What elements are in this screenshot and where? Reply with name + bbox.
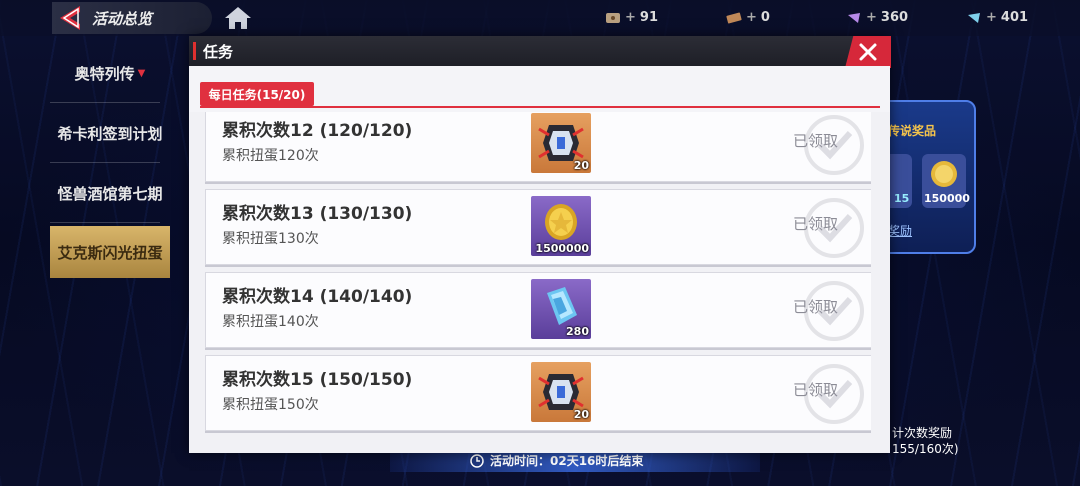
resource-value: 91: [639, 10, 658, 25]
back-arrow-icon[interactable]: [56, 4, 82, 32]
divider: [50, 162, 160, 163]
task-row: 累积次数14 (140/140) 累积扭蛋140次 280 已领取: [205, 272, 871, 348]
resource-blue-crystal: + 401: [966, 10, 1028, 25]
blue-crystal-icon: [968, 12, 980, 23]
event-time-text: 活动时间：02天16时后结束: [490, 454, 644, 468]
sidebar: 奥特列传 ▼ 希卡利签到计划 怪兽酒馆第七期 艾克斯闪光扭蛋: [0, 36, 180, 486]
task-title: 累积次数14 (140/140): [222, 287, 413, 307]
clock-icon: [470, 453, 484, 468]
reward-quantity: 1500000: [535, 242, 589, 255]
task-title: 累积次数15 (150/150): [222, 370, 413, 390]
claimed-check-stamp-icon: [804, 115, 864, 175]
event-time: 活动时间：02天16时后结束: [470, 452, 643, 469]
task-row: 累积次数15 (150/150) 累积扭蛋150次 20 已领取: [205, 355, 871, 431]
top-bar: 活动总览 + 91 + 0 + 360 + 401: [0, 0, 1080, 36]
resource-value: 360: [880, 10, 909, 25]
sidebar-item-label: 怪兽酒馆第七期: [57, 184, 163, 203]
ticket-icon: [606, 12, 620, 23]
home-icon[interactable]: [224, 6, 252, 30]
task-description: 累积扭蛋140次: [222, 314, 319, 330]
sidebar-item-x-flash-gacha[interactable]: 艾克斯闪光扭蛋: [50, 226, 170, 278]
claimed-check-stamp-icon: [804, 198, 864, 258]
prize-gem-value: 15: [894, 192, 910, 205]
claimed-check-stamp-icon: [804, 281, 864, 341]
resource-purple-crystal: + 360: [846, 10, 908, 25]
prize-coin-value: 150000: [924, 192, 970, 205]
coupon-icon: [726, 12, 742, 23]
page-title: 活动总览: [92, 10, 153, 28]
task-modal: 任务 每日任务(15/20) 累积次数12 (120/120) 累积扭蛋120次…: [189, 36, 891, 453]
task-description: 累积扭蛋150次: [222, 397, 319, 413]
tab-daily-tasks[interactable]: 每日任务(15/20): [200, 82, 314, 106]
resource-ticket: + 91: [605, 10, 658, 25]
divider: [50, 102, 160, 103]
tab-underline: [200, 106, 880, 108]
plus-icon: +: [986, 10, 997, 25]
reward-link[interactable]: 奖励: [888, 222, 912, 239]
legend-prize-title: 传说奖品: [888, 124, 937, 138]
header-accent: [193, 42, 196, 60]
task-row: 累积次数12 (120/120) 累积扭蛋120次 20 已领取: [205, 112, 871, 182]
task-title: 累积次数13 (130/130): [222, 204, 413, 224]
count-reward-button[interactable]: 计次数奖励 155/160次): [880, 420, 980, 460]
plus-icon: +: [746, 10, 757, 25]
reward-item[interactable]: 20: [531, 113, 591, 173]
task-row: 累积次数13 (130/130) 累积扭蛋130次 1500000 已领取: [205, 189, 871, 265]
count-reward-value: 155/160次): [892, 442, 959, 456]
caret-down-icon: ▼: [137, 67, 146, 79]
modal-title: 任务: [203, 43, 234, 61]
reward-item[interactable]: 280: [531, 279, 591, 339]
resource-value: 401: [1000, 10, 1029, 25]
plus-icon: +: [866, 10, 877, 25]
purple-crystal-icon: [848, 12, 860, 23]
claimed-check-stamp-icon: [804, 364, 864, 424]
modal-header: 任务: [189, 36, 891, 68]
reward-quantity: 20: [573, 408, 589, 421]
divider: [50, 222, 160, 223]
sidebar-item-hikari-signin[interactable]: 希卡利签到计划: [50, 110, 170, 156]
close-button[interactable]: [845, 36, 891, 68]
plus-icon: +: [625, 10, 636, 25]
reward-item[interactable]: 1500000: [531, 196, 591, 256]
task-description: 累积扭蛋120次: [222, 148, 319, 164]
task-description: 累积扭蛋130次: [222, 231, 319, 247]
gold-coin-icon: [931, 161, 957, 187]
sidebar-item-label: 奥特列传: [74, 64, 135, 83]
count-reward-label: 计次数奖励: [892, 426, 953, 440]
task-title: 累积次数12 (120/120): [222, 121, 413, 141]
sidebar-item-label: 希卡利签到计划: [57, 124, 163, 143]
resource-coupon: + 0: [726, 10, 770, 25]
sidebar-item-label: 艾克斯闪光扭蛋: [57, 243, 163, 262]
task-list[interactable]: 累积次数12 (120/120) 累积扭蛋120次 20 已领取 累积次数13 …: [205, 112, 871, 452]
reward-item[interactable]: 20: [531, 362, 591, 422]
sidebar-item-ultra-series[interactable]: 奥特列传 ▼: [50, 50, 170, 96]
reward-quantity: 20: [573, 159, 589, 172]
close-icon: [859, 43, 877, 61]
reward-quantity: 280: [566, 325, 589, 338]
resource-value: 0: [760, 10, 770, 25]
sidebar-item-monster-tavern[interactable]: 怪兽酒馆第七期: [50, 170, 170, 216]
